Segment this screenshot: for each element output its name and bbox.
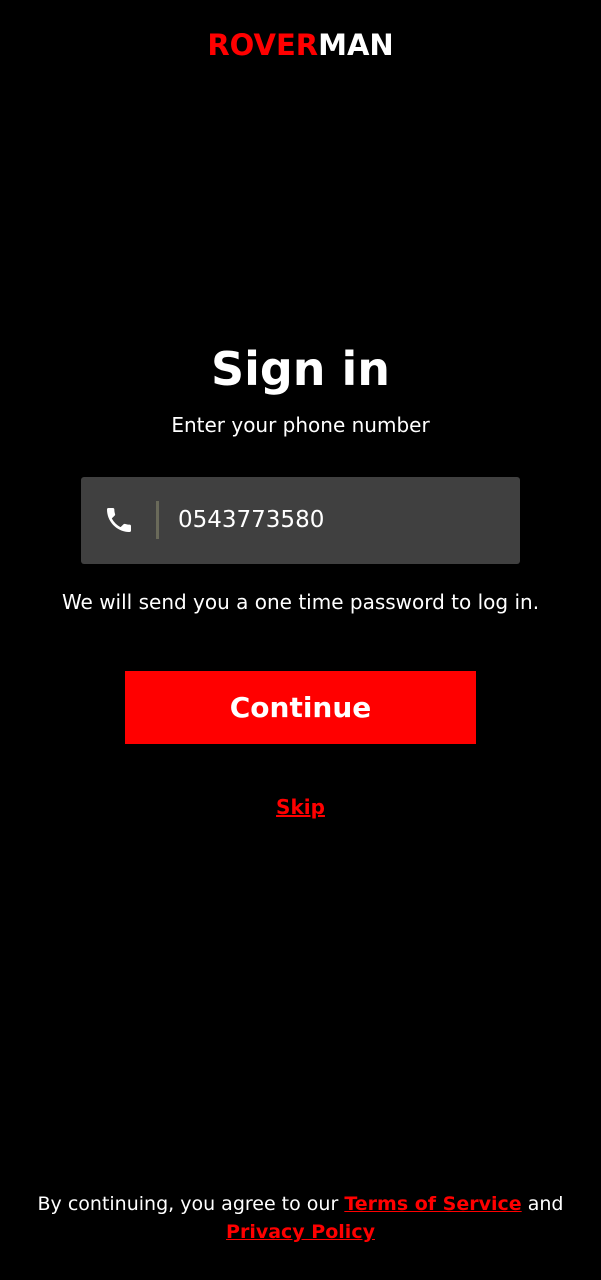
legal-prefix: By continuing, you agree to our	[37, 1193, 345, 1215]
page-title: Sign in	[210, 342, 391, 396]
app-logo: ROVERMAN	[0, 28, 601, 62]
privacy-policy-link[interactable]: Privacy Policy	[226, 1221, 375, 1243]
logo-part-rover: ROVER	[207, 28, 319, 62]
terms-of-service-link[interactable]: Terms of Service	[344, 1193, 521, 1215]
legal-and: and	[521, 1193, 564, 1215]
otp-note: We will send you a one time password to …	[61, 590, 540, 614]
phone-input[interactable]	[178, 497, 498, 543]
skip-link[interactable]: Skip	[276, 795, 325, 819]
field-divider	[156, 501, 159, 539]
phone-icon	[107, 508, 131, 532]
logo-part-man: MAN	[318, 28, 394, 62]
continue-button[interactable]: Continue	[125, 671, 476, 744]
page-subtitle: Enter your phone number	[171, 413, 430, 437]
skip-container: Skip	[0, 794, 601, 820]
phone-field[interactable]	[81, 477, 520, 564]
legal-notice: By continuing, you agree to our Terms of…	[0, 1190, 601, 1246]
